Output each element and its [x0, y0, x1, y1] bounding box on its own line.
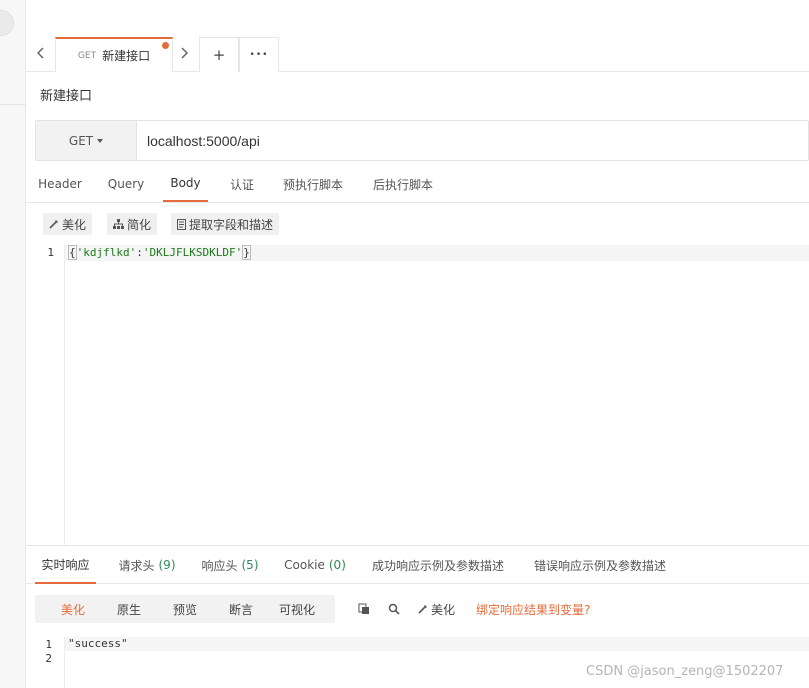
simplify-label: 简化	[127, 217, 152, 232]
extract-fields-button[interactable]: 提取字段和描述	[171, 213, 280, 235]
method-select[interactable]: GET	[36, 121, 137, 160]
response-headers-count: (5)	[241, 558, 259, 572]
unsaved-dot-icon	[162, 42, 169, 49]
tab-request-headers[interactable]: 请求头 (9)	[118, 546, 176, 584]
mode-preview[interactable]: 预览	[163, 595, 207, 623]
cookie-count: (0)	[328, 558, 346, 572]
response-headers-label: 响应头	[201, 558, 238, 573]
response-beautify-button[interactable]: 美化	[418, 600, 455, 618]
code-open-brace: {	[68, 245, 77, 260]
response-view-mode: 美化 原生 预览 断言 可视化	[35, 595, 335, 623]
tab-name: 新建接口	[102, 49, 151, 63]
bind-result-link[interactable]: 绑定响应结果到变量?	[476, 600, 590, 618]
tab-body[interactable]: Body	[163, 166, 208, 202]
code-close-brace: }	[242, 245, 251, 260]
request-headers-label: 请求头	[118, 558, 155, 573]
tab-header[interactable]: Header	[38, 166, 82, 202]
body-editor[interactable]: 1 {'kdjflkd':'DKLJFLKSDKLDF'}	[26, 244, 809, 546]
tab-new-interface[interactable]: GET 新建接口	[55, 37, 173, 72]
copy-icon[interactable]	[355, 600, 373, 618]
plus-icon: +	[212, 46, 226, 64]
extract-fields-label: 提取字段和描述	[189, 217, 274, 232]
search-icon[interactable]	[385, 600, 403, 618]
request-bar: GET	[35, 120, 809, 161]
editor-gutter: 1	[26, 244, 65, 546]
mode-assert[interactable]: 断言	[219, 595, 263, 623]
simplify-button[interactable]: 简化	[107, 213, 158, 235]
tab-error-example[interactable]: 错误响应示例及参数描述	[532, 546, 668, 584]
request-tabs: Header Query Body 认证 预执行脚本 后执行脚本	[26, 166, 809, 203]
url-input[interactable]	[147, 121, 797, 160]
caret-down-icon	[97, 138, 104, 143]
response-tabs: 实时响应 请求头 (9) 响应头 (5) Cookie (0) 成功响应示例及参数描述…	[26, 545, 809, 584]
beautify-label: 美化	[62, 217, 87, 232]
rail-divider	[0, 104, 26, 105]
active-line-highlight	[65, 637, 809, 651]
chevron-left-icon[interactable]	[28, 38, 54, 68]
request-headers-count: (9)	[158, 558, 176, 572]
tab-cookie[interactable]: Cookie (0)	[284, 546, 346, 584]
mode-raw[interactable]: 原生	[107, 595, 151, 623]
tab-realtime-response[interactable]: 实时响应	[35, 546, 96, 584]
tab-post-script[interactable]: 后执行脚本	[370, 166, 436, 202]
body-code: {'kdjflkd':'DKLJFLKSDKLDF'}	[68, 245, 251, 261]
line-number: 1	[45, 638, 52, 651]
response-beautify-label: 美化	[431, 602, 456, 617]
sitemap-icon	[113, 219, 124, 229]
more-icon: •••	[249, 50, 269, 60]
tab-method: GET	[77, 50, 97, 61]
tab-success-example[interactable]: 成功响应示例及参数描述	[370, 546, 506, 584]
line-number: 1	[47, 246, 54, 259]
tab-pre-script[interactable]: 预执行脚本	[280, 166, 346, 202]
watermark: CSDN @jason_zeng@1502207	[586, 664, 784, 679]
response-code: "success"	[68, 637, 128, 650]
more-tabs-button[interactable]: •••	[239, 37, 279, 72]
code-value: 'DKLJFLKSDKLDF'	[142, 246, 243, 259]
response-gutter: 1 2	[26, 636, 65, 688]
code-colon: :	[136, 246, 143, 259]
cookie-label: Cookie	[284, 558, 325, 572]
document-icon	[177, 218, 186, 230]
rail-avatar[interactable]	[0, 10, 14, 36]
mode-beautify[interactable]: 美化	[51, 595, 95, 623]
chevron-right-icon[interactable]	[171, 38, 197, 68]
tab-bar: GET 新建接口 + •••	[26, 0, 809, 72]
response-editor[interactable]: 1 2 "success"	[26, 636, 809, 688]
page-title: 新建接口	[40, 89, 93, 104]
add-tab-button[interactable]: +	[199, 37, 239, 72]
left-rail	[0, 0, 26, 688]
wand-icon	[418, 605, 427, 614]
method-label: GET	[68, 133, 94, 148]
line-number: 2	[45, 652, 52, 665]
tab-response-headers[interactable]: 响应头 (5)	[201, 546, 259, 584]
code-key: 'kdjflkd'	[76, 246, 137, 259]
wand-icon	[49, 220, 58, 229]
beautify-button[interactable]: 美化	[43, 213, 93, 235]
mode-visualize[interactable]: 可视化	[273, 595, 321, 623]
tab-auth[interactable]: 认证	[226, 166, 258, 202]
main-panel: GET 新建接口 + ••• 新建接口 GET Header Query Bod…	[26, 0, 809, 688]
tab-query[interactable]: Query	[107, 166, 145, 202]
